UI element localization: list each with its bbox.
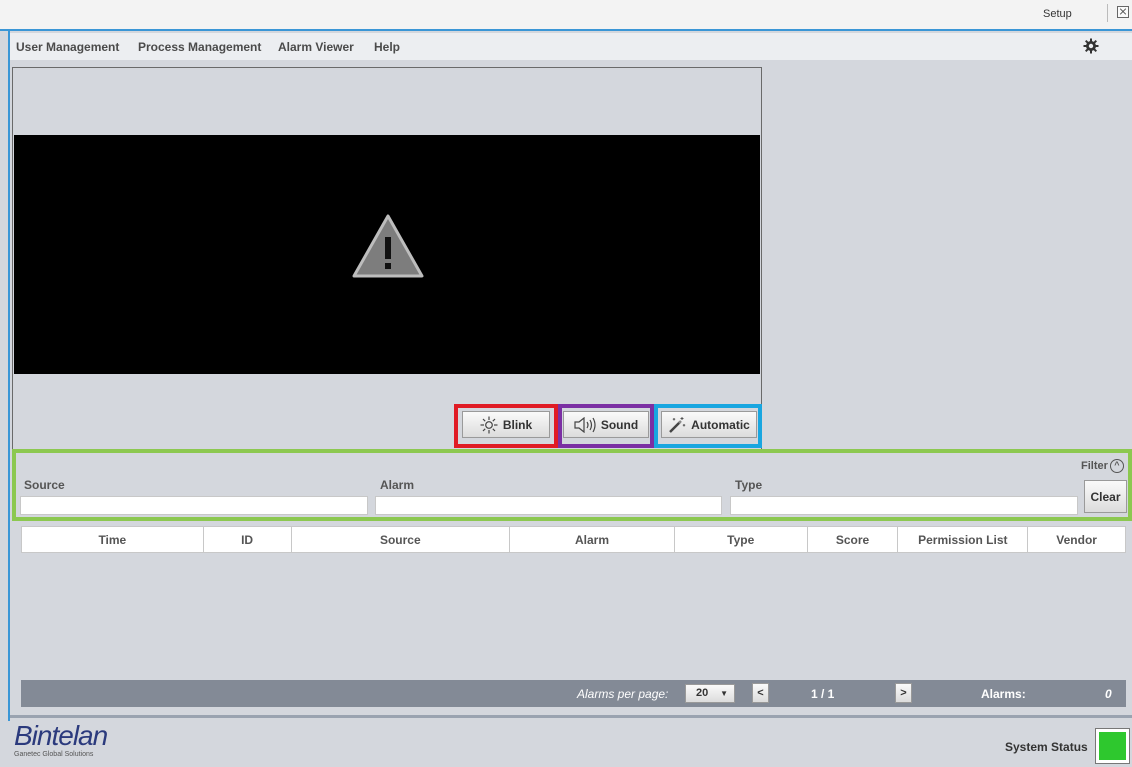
column-time[interactable]: Time [22, 527, 204, 552]
status-led [1099, 732, 1126, 760]
column-alarm[interactable]: Alarm [510, 527, 675, 552]
frame-border [8, 31, 10, 721]
menu-user-management[interactable]: User Management [16, 40, 119, 54]
column-id[interactable]: ID [204, 527, 292, 552]
sound-button[interactable]: Sound [563, 411, 649, 438]
gear-icon[interactable] [1083, 38, 1099, 54]
footer-divider [10, 715, 1132, 718]
dropdown-caret-icon: ▼ [720, 689, 728, 698]
type-filter-input[interactable] [730, 496, 1078, 515]
blink-label: Blink [502, 417, 533, 432]
setup-link[interactable]: Setup [1043, 8, 1072, 20]
filter-toggle[interactable]: Filter ^ [1081, 459, 1124, 473]
speaker-icon [574, 416, 596, 433]
next-page-button[interactable]: > [895, 683, 912, 703]
video-screen[interactable] [14, 135, 760, 374]
automatic-label: Automatic [691, 417, 750, 432]
alarm-filter-input[interactable] [375, 496, 722, 515]
column-type[interactable]: Type [675, 527, 808, 552]
menu-process-management[interactable]: Process Management [138, 40, 261, 54]
system-status-label: System Status [1005, 740, 1088, 754]
warning-icon [352, 214, 424, 278]
company-logo: Bintelan Ganetec Global Solutions [14, 720, 108, 759]
sound-label: Sound [600, 417, 639, 432]
alarms-per-page-select[interactable]: 20 ▼ [685, 684, 735, 703]
source-filter-label: Source [24, 478, 65, 492]
source-filter-input[interactable] [20, 496, 368, 515]
alarms-count-value: 0 [1105, 687, 1112, 701]
page-indicator: 1 / 1 [811, 687, 835, 701]
per-page-value: 20 [696, 687, 709, 699]
window-restore-icon[interactable] [1117, 6, 1129, 18]
titlebar-divider [1107, 4, 1108, 22]
menu-bar: User Management Process Management Alarm… [10, 33, 1132, 60]
logo-name: Bintelan [14, 720, 108, 751]
chevron-up-icon: ^ [1109, 459, 1124, 473]
automatic-button[interactable]: Automatic [661, 411, 757, 438]
filter-toggle-label: Filter [1081, 460, 1108, 472]
prev-page-button[interactable]: < [752, 683, 769, 703]
type-filter-label: Type [735, 478, 763, 492]
menu-help[interactable]: Help [374, 40, 400, 54]
logo-tagline: Ganetec Global Solutions [14, 751, 94, 758]
column-source[interactable]: Source [292, 527, 511, 552]
alarm-filter-label: Alarm [380, 478, 415, 492]
column-score[interactable]: Score [808, 527, 899, 552]
alarm-table-header: Time ID Source Alarm Type Score Permissi… [21, 526, 1126, 553]
pagination-bar: Alarms per page: 20 ▼ < 1 / 1 > Alarms: … [21, 680, 1126, 707]
system-status-indicator[interactable] [1095, 728, 1130, 764]
column-vendor[interactable]: Vendor [1028, 527, 1125, 552]
sun-icon [480, 416, 498, 433]
column-permission-list[interactable]: Permission List [898, 527, 1029, 552]
alarms-count-label: Alarms: [981, 687, 1026, 701]
clear-filter-button[interactable]: Clear [1084, 480, 1127, 513]
video-panel [12, 67, 762, 450]
menu-alarm-viewer[interactable]: Alarm Viewer [278, 40, 354, 54]
window-titlebar: Setup [0, 0, 1132, 31]
magic-wand-icon [669, 416, 686, 433]
alarms-per-page-label: Alarms per page: [577, 687, 669, 701]
blink-button[interactable]: Blink [462, 411, 550, 438]
